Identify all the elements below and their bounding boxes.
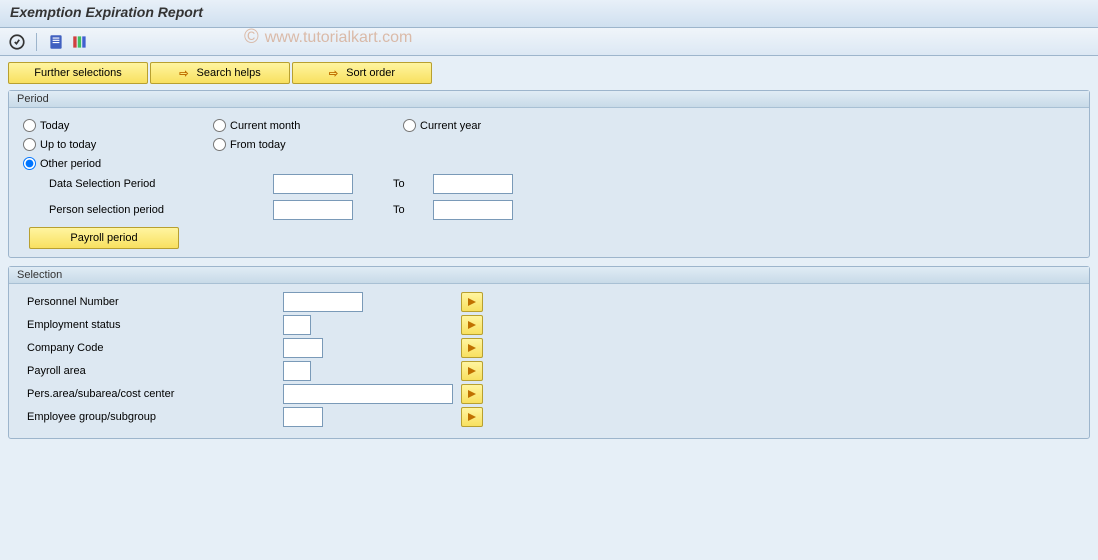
radio-other-period[interactable]: Other period [23, 154, 213, 173]
pers-area-label: Pers.area/subarea/cost center [23, 388, 283, 400]
radio-up-to-today[interactable]: Up to today [23, 135, 213, 154]
multi-select-button[interactable] [461, 407, 483, 427]
company-code-input[interactable] [283, 338, 323, 358]
multi-select-button[interactable] [461, 338, 483, 358]
toolbar [0, 28, 1098, 56]
employment-status-input[interactable] [283, 315, 311, 335]
toolbar-separator [36, 33, 37, 51]
multi-select-button[interactable] [461, 384, 483, 404]
payroll-area-input[interactable] [283, 361, 311, 381]
person-selection-from-input[interactable] [273, 200, 353, 220]
employee-group-row: Employee group/subgroup [23, 407, 1075, 427]
multi-select-button[interactable] [461, 361, 483, 381]
personnel-number-input[interactable] [283, 292, 363, 312]
pers-area-input[interactable] [283, 384, 453, 404]
title-bar: Exemption Expiration Report [0, 0, 1098, 28]
radio-from-today[interactable]: From today [213, 135, 403, 154]
period-group: Period Today Current month Current year … [8, 90, 1090, 258]
action-button-row: Further selections ⇨ Search helps ⇨ Sort… [8, 62, 1090, 84]
radio-current-year[interactable]: Current year [403, 116, 593, 135]
person-selection-label: Person selection period [23, 204, 273, 216]
employee-group-label: Employee group/subgroup [23, 411, 283, 423]
payroll-area-row: Payroll area [23, 361, 1075, 381]
employment-status-row: Employment status [23, 315, 1075, 335]
payroll-period-button[interactable]: Payroll period [29, 227, 179, 249]
period-radio-grid: Today Current month Current year Up to t… [23, 116, 1075, 173]
personnel-number-row: Personnel Number [23, 292, 1075, 312]
to-label: To [393, 204, 423, 216]
to-label: To [393, 178, 423, 190]
employee-group-input[interactable] [283, 407, 323, 427]
personnel-number-label: Personnel Number [23, 296, 283, 308]
multi-select-button[interactable] [461, 292, 483, 312]
variant-icon[interactable] [47, 33, 65, 51]
pers-area-row: Pers.area/subarea/cost center [23, 384, 1075, 404]
person-selection-to-input[interactable] [433, 200, 513, 220]
data-selection-from-input[interactable] [273, 174, 353, 194]
arrow-right-icon: ⇨ [179, 67, 188, 80]
data-selection-label: Data Selection Period [23, 178, 273, 190]
sort-order-button[interactable]: ⇨ Sort order [292, 62, 432, 84]
data-selection-row: Data Selection Period To [23, 173, 1075, 195]
employment-status-label: Employment status [23, 319, 283, 331]
company-code-label: Company Code [23, 342, 283, 354]
search-helps-button[interactable]: ⇨ Search helps [150, 62, 290, 84]
person-selection-row: Person selection period To [23, 199, 1075, 221]
arrow-right-icon: ⇨ [329, 67, 338, 80]
data-selection-to-input[interactable] [433, 174, 513, 194]
radio-today[interactable]: Today [23, 116, 213, 135]
period-group-title: Period [9, 91, 1089, 108]
page-title: Exemption Expiration Report [10, 4, 1088, 20]
execute-icon[interactable] [8, 33, 26, 51]
org-structure-icon[interactable] [71, 33, 89, 51]
radio-current-month[interactable]: Current month [213, 116, 403, 135]
multi-select-button[interactable] [461, 315, 483, 335]
selection-group-title: Selection [9, 267, 1089, 284]
payroll-area-label: Payroll area [23, 365, 283, 377]
selection-group: Selection Personnel Number Employment st… [8, 266, 1090, 439]
content-area: Further selections ⇨ Search helps ⇨ Sort… [0, 56, 1098, 560]
further-selections-button[interactable]: Further selections [8, 62, 148, 84]
company-code-row: Company Code [23, 338, 1075, 358]
